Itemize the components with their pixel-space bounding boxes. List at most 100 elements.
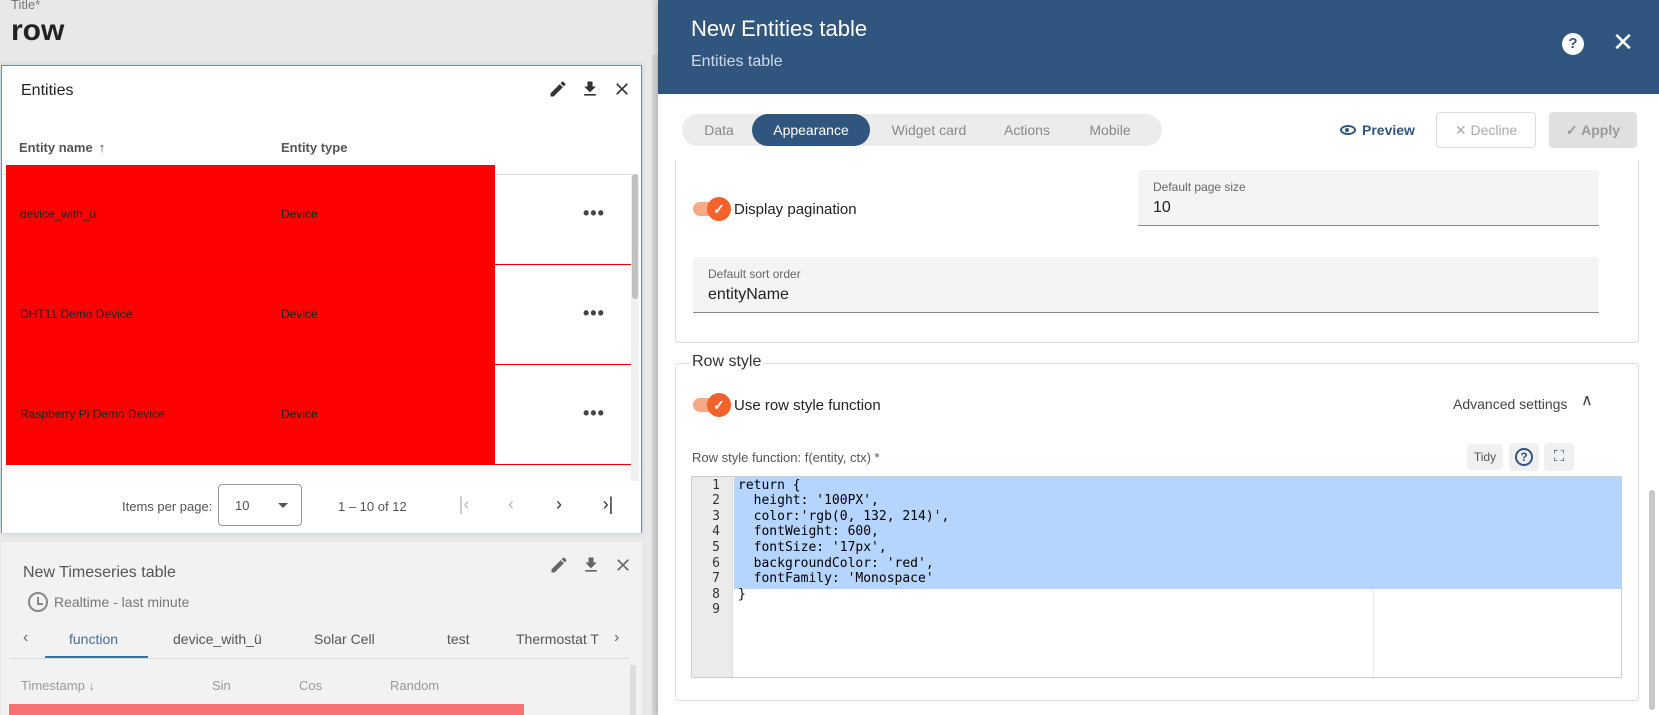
- more-icon[interactable]: •••: [583, 203, 605, 224]
- code-line: backgroundColor: 'red',: [738, 556, 934, 571]
- cell-entity-type: Device: [281, 207, 318, 221]
- dialog-subtitle: Entities table: [691, 53, 783, 70]
- items-per-page-select[interactable]: 10: [218, 484, 302, 526]
- tab-test[interactable]: test: [447, 631, 470, 647]
- dialog-header: New Entities table Entities table ? ✕: [658, 0, 1659, 94]
- scrollbar-thumb[interactable]: [632, 174, 638, 299]
- more-icon[interactable]: •••: [583, 403, 605, 424]
- table-row[interactable]: DHT11 Demo Device Device •••: [6, 265, 631, 365]
- field-label: Default sort order: [708, 267, 801, 281]
- edit-icon[interactable]: [547, 78, 569, 100]
- title-value[interactable]: row: [11, 14, 64, 48]
- tab-widget-card[interactable]: Widget card: [876, 114, 982, 146]
- code-line: height: '100PX',: [738, 493, 879, 508]
- field-value: 10: [1153, 199, 1171, 216]
- entities-widget[interactable]: Entities Entity name ↑ Entity type device…: [1, 65, 642, 533]
- field-label: Default page size: [1153, 180, 1246, 194]
- column-header-entity-type[interactable]: Entity type: [281, 140, 347, 155]
- help-icon[interactable]: ?: [1562, 33, 1584, 55]
- fullscreen-icon[interactable]: ⛶: [1544, 443, 1574, 471]
- tab-mobile[interactable]: Mobile: [1070, 114, 1150, 146]
- line-number: 4: [712, 524, 720, 539]
- use-row-style-toggle[interactable]: ✓: [693, 393, 731, 417]
- column-header-sin[interactable]: Sin: [212, 678, 231, 693]
- code-editor[interactable]: 1 2 3 4 5 6 7 8 9 return { height: '100P…: [691, 476, 1622, 678]
- previous-page-icon[interactable]: ‹: [499, 493, 523, 517]
- tab-thermostat[interactable]: Thermostat T: [516, 631, 611, 647]
- column-header-random[interactable]: Random: [390, 678, 439, 693]
- tab-data[interactable]: Data: [694, 114, 744, 146]
- timewindow-label: Realtime - last minute: [54, 594, 190, 610]
- items-per-page-value: 10: [235, 498, 250, 513]
- decline-button[interactable]: ✕ Decline: [1436, 112, 1536, 148]
- print-margin: [1373, 589, 1374, 677]
- display-pagination-label: Display pagination: [734, 201, 857, 218]
- dialog-scrollbar[interactable]: [1649, 490, 1655, 710]
- tab-actions[interactable]: Actions: [992, 114, 1062, 146]
- next-page-icon[interactable]: ›: [547, 493, 571, 517]
- sort-arrow-icon: ↓: [88, 678, 95, 693]
- display-pagination-toggle[interactable]: ✓: [693, 197, 731, 221]
- chevron-down-icon: [278, 503, 288, 508]
- table-scrollbar[interactable]: [631, 174, 639, 529]
- clock-icon: [28, 592, 48, 612]
- title-label: Title*: [11, 0, 41, 12]
- line-number: 5: [712, 540, 720, 555]
- default-page-size-field[interactable]: Default page size 10: [1138, 170, 1599, 226]
- field-value: entityName: [708, 286, 789, 303]
- sort-arrow-icon: ↑: [98, 140, 106, 155]
- code-line: fontSize: '17px',: [738, 540, 887, 555]
- line-number: 2: [712, 493, 720, 508]
- line-number: 6: [712, 556, 720, 571]
- eye-icon: [1340, 125, 1356, 135]
- download-icon[interactable]: [580, 554, 602, 576]
- cell-entity-name: DHT11 Demo Device: [20, 307, 133, 321]
- chevron-right-icon[interactable]: ›: [614, 629, 619, 647]
- chevron-left-icon[interactable]: ‹: [23, 629, 28, 647]
- widget-title: Entities: [21, 82, 74, 99]
- apply-button[interactable]: ✓ Apply: [1549, 112, 1637, 148]
- items-per-page-label: Items per page:: [122, 499, 213, 514]
- code-line: fontFamily: 'Monospace': [738, 571, 934, 586]
- timeseries-widget[interactable]: New Timeseries table Realtime - last min…: [1, 542, 642, 715]
- section-legend: Row style: [690, 353, 764, 371]
- table-row[interactable]: device_with_ü Device •••: [6, 165, 631, 265]
- close-icon[interactable]: [612, 554, 634, 576]
- timewindow[interactable]: Realtime - last minute: [28, 592, 189, 612]
- help-icon[interactable]: ?: [1509, 443, 1539, 471]
- column-header-entity-name[interactable]: Entity name ↑: [19, 140, 105, 155]
- line-number: 7: [712, 571, 720, 586]
- download-icon[interactable]: [579, 78, 601, 100]
- chevron-up-icon[interactable]: ∨: [1581, 391, 1593, 411]
- tab-solar-cell[interactable]: Solar Cell: [314, 631, 375, 647]
- paginator: Items per page: 10 1 – 10 of 12 |‹ ‹ › ›…: [2, 481, 641, 533]
- row-style-section: Row style ✓ Use row style function Advan…: [675, 353, 1639, 701]
- active-tab-indicator: [45, 656, 148, 658]
- close-icon[interactable]: ✕: [1608, 27, 1638, 57]
- column-header-cos[interactable]: Cos: [299, 678, 322, 693]
- tab-appearance[interactable]: Appearance: [752, 114, 870, 146]
- tab-function[interactable]: function: [69, 631, 118, 647]
- last-page-icon[interactable]: ›|: [596, 493, 620, 517]
- table-row[interactable]: [9, 704, 524, 715]
- advanced-settings-toggle[interactable]: Advanced settings: [1453, 396, 1567, 412]
- widget-title: New Timeseries table: [23, 564, 176, 581]
- check-icon: ✓: [707, 197, 731, 221]
- widget-actions: [547, 78, 633, 100]
- first-page-icon[interactable]: |‹: [452, 493, 476, 517]
- column-header-timestamp[interactable]: Timestamp ↓: [21, 678, 95, 693]
- edit-icon[interactable]: [548, 554, 570, 576]
- tidy-button[interactable]: Tidy: [1467, 444, 1503, 470]
- code-line: fontWeight: 600,: [738, 524, 879, 539]
- table-scrollbar[interactable]: [630, 665, 636, 715]
- cell-entity-name: device_with_ü: [20, 207, 97, 221]
- line-number: 3: [712, 509, 720, 524]
- code-line: }: [738, 587, 746, 602]
- tab-device-with-u[interactable]: device_with_ü: [173, 631, 262, 647]
- close-icon[interactable]: [611, 78, 633, 100]
- table-row[interactable]: Raspberry Pi Demo Device Device •••: [6, 365, 631, 465]
- more-icon[interactable]: •••: [583, 303, 605, 324]
- preview-button[interactable]: Preview: [1340, 114, 1415, 146]
- page-range: 1 – 10 of 12: [338, 499, 407, 514]
- default-sort-order-field[interactable]: Default sort order entityName: [693, 257, 1599, 313]
